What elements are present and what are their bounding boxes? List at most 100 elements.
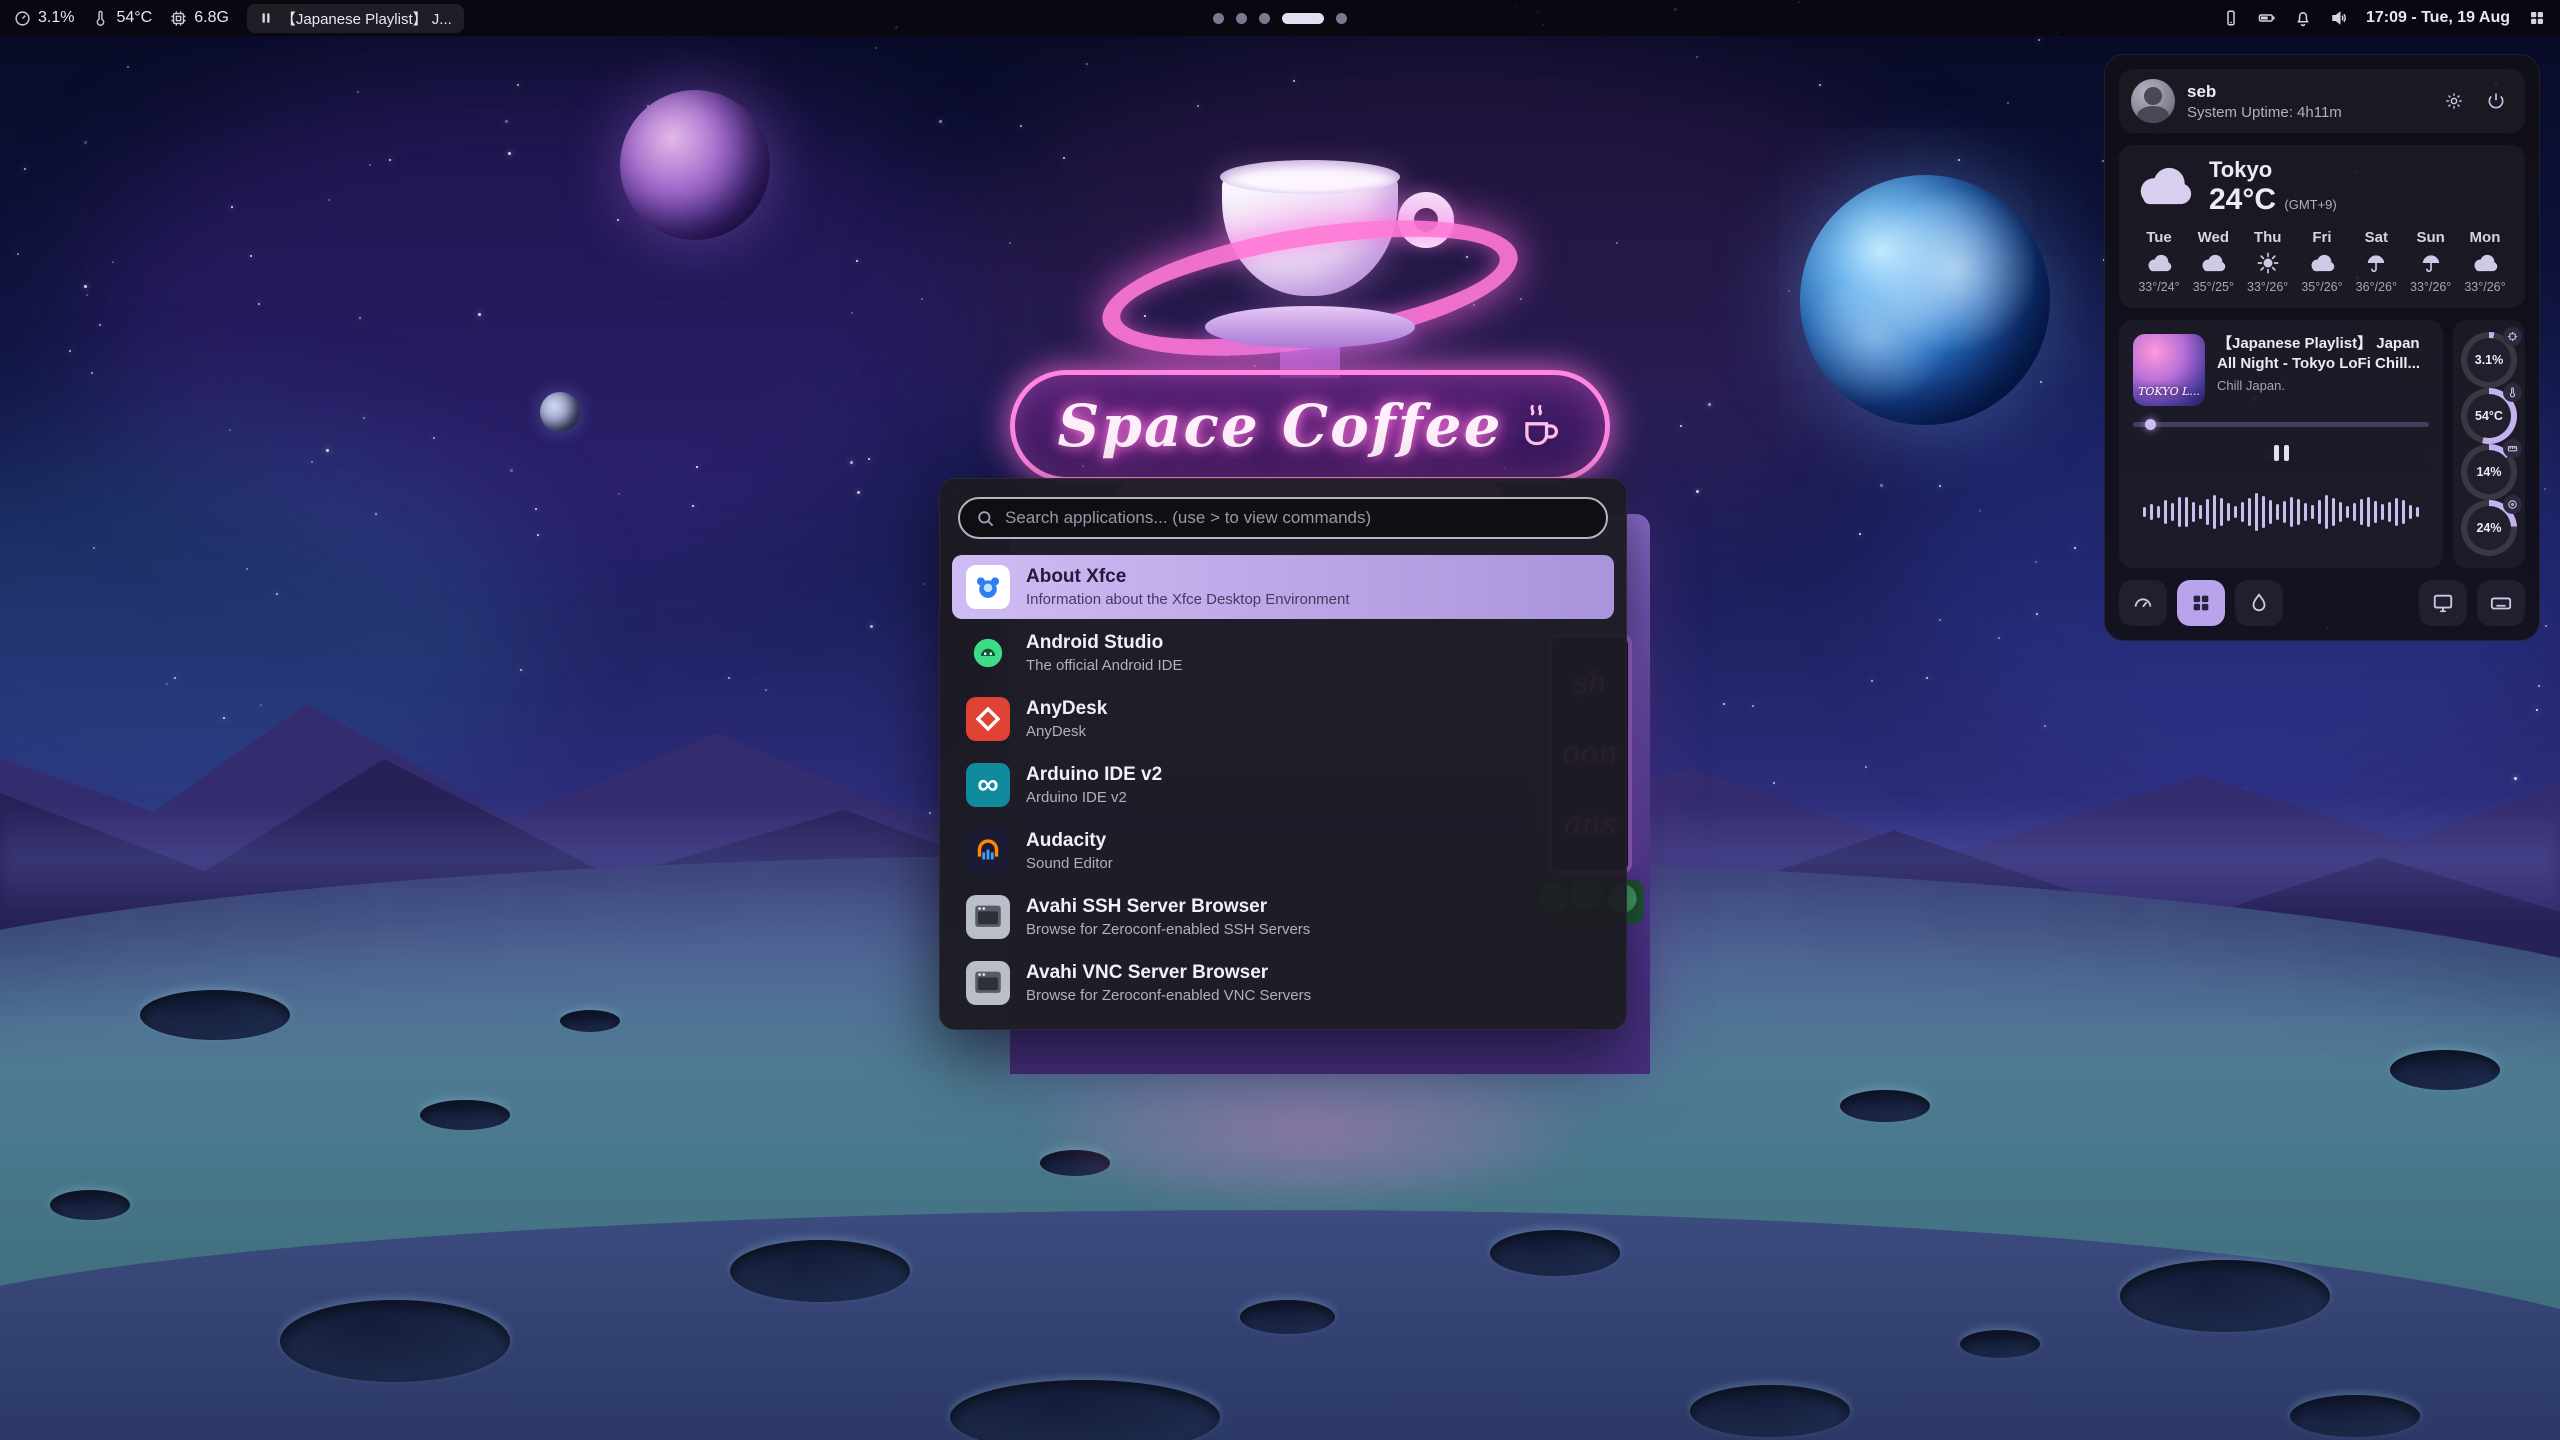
memory-indicator[interactable]: 6.8G	[170, 9, 229, 27]
launcher-result-avahi-ssh[interactable]: Avahi SSH Server Browser Browse for Zero…	[952, 885, 1614, 949]
display-button[interactable]	[2419, 580, 2467, 626]
app-grid-icon[interactable]	[2528, 9, 2546, 27]
umbrella-rain-icon	[2362, 252, 2390, 274]
crater	[560, 1010, 620, 1032]
forecast-day: Wed 35°/25°	[2187, 229, 2239, 294]
workspace-dot-4[interactable]	[1282, 13, 1324, 24]
disk-icon	[2503, 495, 2522, 514]
app-name: Avahi VNC Server Browser	[1026, 962, 1311, 984]
launcher-result-audacity[interactable]: Audacity Sound Editor	[952, 819, 1614, 883]
launcher-result-avahi-vnc[interactable]: Avahi VNC Server Browser Browse for Zero…	[952, 951, 1614, 1015]
memory-value: 6.8G	[194, 9, 229, 27]
temperature-indicator[interactable]: 54°C	[92, 9, 152, 27]
track-artist: Chill Japan.	[2217, 378, 2429, 393]
workspace-dot-3[interactable]	[1259, 13, 1270, 24]
workspace-dot-1[interactable]	[1213, 13, 1224, 24]
track-progress-bar[interactable]	[2133, 422, 2429, 427]
crater	[2120, 1260, 2330, 1332]
crater	[280, 1300, 510, 1382]
volume-icon[interactable]	[2330, 9, 2348, 27]
top-bar: 3.1% 54°C 6.8G 【Japanese Playlist】 J... …	[0, 0, 2560, 36]
audacity-icon	[966, 829, 1010, 873]
app-description: Browse for Zeroconf-enabled VNC Servers	[1026, 987, 1311, 1004]
app-name: Android Studio	[1026, 632, 1182, 654]
weather-timezone: (GMT+9)	[2284, 197, 2336, 212]
server-browser-icon	[966, 961, 1010, 1005]
crater	[1240, 1300, 1335, 1334]
forecast-day: Sun 33°/26°	[2405, 229, 2457, 294]
app-name: Audacity	[1026, 830, 1113, 852]
app-description: Sound Editor	[1026, 855, 1113, 872]
launcher-result-anydesk[interactable]: AnyDesk AnyDesk	[952, 687, 1614, 751]
search-input[interactable]	[1005, 508, 1590, 528]
weather-city: Tokyo	[2209, 157, 2337, 183]
music-player-widget: TOKYO L... 【Japanese Playlist】 Japan All…	[2119, 320, 2443, 568]
cpu-gauge: 3.1%	[2461, 332, 2517, 388]
app-description: The official Android IDE	[1026, 657, 1182, 674]
widgets-view-button[interactable]	[2177, 580, 2225, 626]
progress-handle[interactable]	[2145, 419, 2156, 430]
settings-button[interactable]	[2437, 84, 2471, 118]
cpu-icon	[2503, 327, 2522, 346]
thermometer-icon	[92, 10, 109, 27]
cloud-icon	[2308, 252, 2336, 274]
workspace-dot-5[interactable]	[1336, 13, 1347, 24]
search-icon	[976, 509, 995, 528]
app-name: AnyDesk	[1026, 698, 1107, 720]
memory-gauge: 14%	[2461, 444, 2517, 500]
desktop: Space Coffee sh oon ans	[0, 0, 2560, 1440]
launcher-result-about-xfce[interactable]: About Xfce Information about the Xfce De…	[952, 555, 1614, 619]
notifications-icon[interactable]	[2294, 9, 2312, 27]
anydesk-icon	[966, 697, 1010, 741]
app-name: Arduino IDE v2	[1026, 764, 1162, 786]
app-description: Arduino IDE v2	[1026, 789, 1162, 806]
launcher-result-android-studio[interactable]: Android Studio The official Android IDE	[952, 621, 1614, 685]
cloud-icon	[2199, 252, 2227, 274]
thermometer-icon	[2503, 383, 2522, 402]
panel-quick-actions	[2119, 580, 2525, 626]
app-name: Avahi SSH Server Browser	[1026, 896, 1310, 918]
app-description: Information about the Xfce Desktop Envir…	[1026, 591, 1350, 608]
avatar[interactable]	[2131, 79, 2175, 123]
forecast-day: Sat 36°/26°	[2350, 229, 2402, 294]
cpu-usage-value: 3.1%	[38, 9, 74, 27]
cup-saucer	[1205, 306, 1415, 348]
temperature-gauge: 54°C	[2461, 388, 2517, 444]
cpu-usage-indicator[interactable]: 3.1%	[14, 9, 74, 27]
crater	[1490, 1230, 1620, 1276]
clock[interactable]: 17:09 - Tue, 19 Aug	[2366, 9, 2510, 27]
crater	[1840, 1090, 1930, 1122]
music-pause-button[interactable]	[2268, 439, 2295, 467]
umbrella-rain-icon	[2417, 252, 2445, 274]
keyboard-button[interactable]	[2477, 580, 2525, 626]
cpu-gauge-icon	[14, 10, 31, 27]
crater	[420, 1100, 510, 1130]
workspace-dot-2[interactable]	[1236, 13, 1247, 24]
crater	[140, 990, 290, 1040]
monitor-icon	[2432, 592, 2454, 614]
music-widget-label: 【Japanese Playlist】 J...	[281, 8, 452, 29]
theme-button[interactable]	[2235, 580, 2283, 626]
launcher-search-bar	[958, 497, 1608, 539]
stats-view-button[interactable]	[2119, 580, 2167, 626]
power-button[interactable]	[2479, 84, 2513, 118]
weather-widget: Tokyo 24°C (GMT+9) Tue 33°/24° Wed 35°/2…	[2119, 145, 2525, 308]
grid-icon	[2190, 592, 2212, 614]
crater	[730, 1240, 910, 1302]
launcher-result-arduino[interactable]: ∞ Arduino IDE v2 Arduino IDE v2	[952, 753, 1614, 817]
server-browser-icon	[966, 895, 1010, 939]
earth-planet	[1800, 175, 2050, 425]
forecast-day: Mon 33°/26°	[2459, 229, 2511, 294]
phone-link-icon[interactable]	[2222, 9, 2240, 27]
memory-chip-icon	[170, 10, 187, 27]
temperature-value: 54°C	[116, 9, 152, 27]
app-description: AnyDesk	[1026, 723, 1107, 740]
forecast-day: Tue 33°/24°	[2133, 229, 2185, 294]
system-uptime: System Uptime: 4h11m	[2187, 104, 2342, 121]
neon-sign: Space Coffee	[1010, 370, 1610, 482]
topbar-music-widget[interactable]: 【Japanese Playlist】 J...	[247, 4, 464, 33]
keyboard-icon	[2490, 592, 2512, 614]
battery-icon[interactable]	[2258, 9, 2276, 27]
media-zone: TOKYO L... 【Japanese Playlist】 Japan All…	[2119, 320, 2525, 568]
disk-gauge: 24%	[2461, 500, 2517, 556]
